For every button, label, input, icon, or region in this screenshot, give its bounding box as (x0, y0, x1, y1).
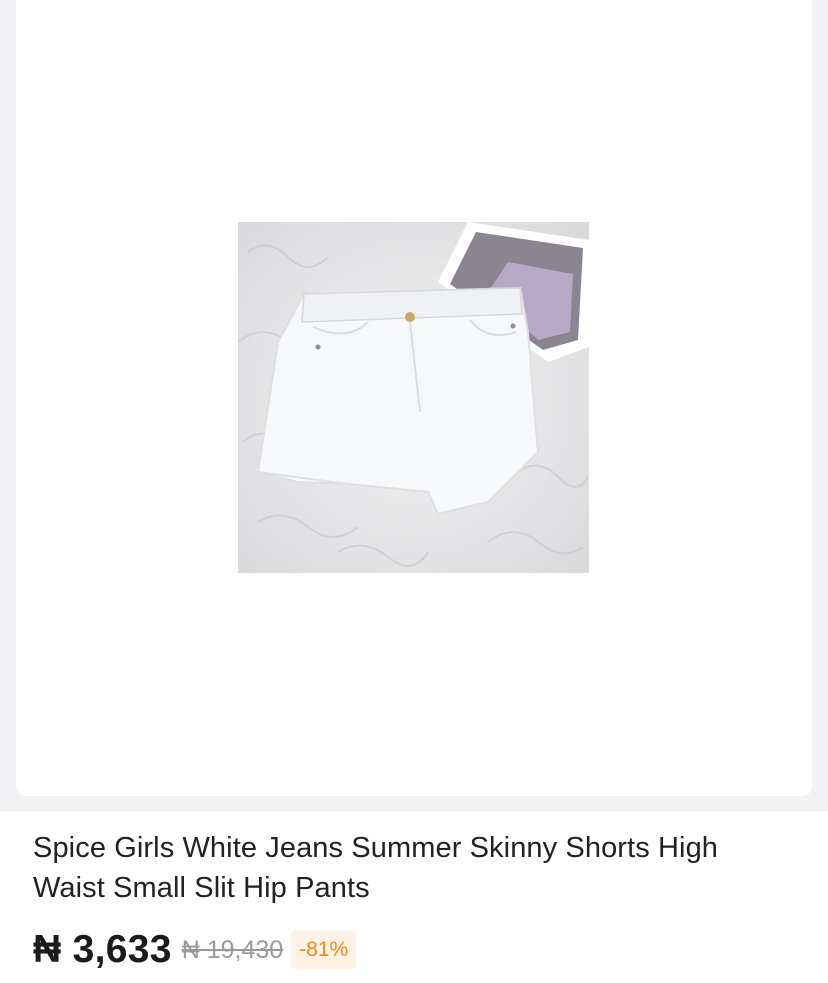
product-image[interactable] (238, 222, 589, 573)
product-image-card[interactable] (16, 0, 812, 796)
price-row: ₦ 3,633 ₦ 19,430 -81% (33, 927, 357, 973)
product-title: Spice Girls White Jeans Summer Skinny Sh… (33, 832, 719, 904)
current-price: ₦ 3,633 (33, 928, 172, 971)
discount-badge: -81% (291, 931, 357, 969)
original-price: ₦ 19,430 (181, 935, 284, 964)
product-info: Spice Girls White Jeans Summer Skinny Sh… (0, 811, 828, 983)
image-gallery-area (0, 0, 828, 811)
shorts-photo-illustration (238, 222, 589, 573)
